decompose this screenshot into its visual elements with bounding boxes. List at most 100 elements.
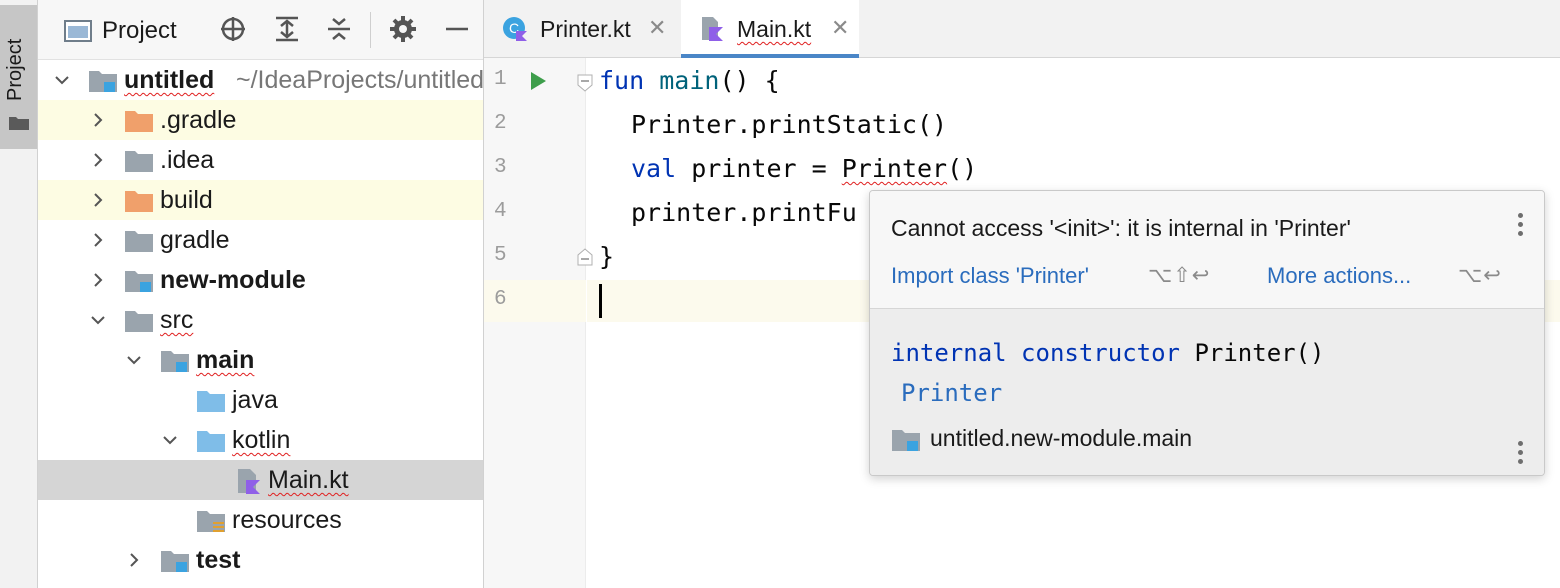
tree-label: Main.kt	[268, 466, 349, 494]
tree-row-idea[interactable]: .idea	[38, 140, 483, 180]
more-actions-link[interactable]: More actions...	[1267, 263, 1411, 289]
tab-main-kt[interactable]: Main.kt ✕	[681, 0, 859, 58]
tab-label: Main.kt	[737, 16, 812, 42]
collapse-all-icon[interactable]	[324, 14, 354, 44]
tree-label: src	[160, 306, 194, 334]
chevron-right-icon[interactable]	[88, 190, 108, 210]
chevron-down-icon[interactable]	[160, 430, 180, 450]
line-number: 1	[494, 68, 507, 91]
class-link[interactable]: Printer	[901, 379, 1002, 407]
header-divider	[370, 12, 371, 48]
tree-label: main	[196, 346, 255, 374]
chevron-right-icon[interactable]	[88, 230, 108, 250]
tree-row-untitled[interactable]: untitled ~/IdeaProjects/untitled	[38, 60, 484, 100]
chevron-right-icon[interactable]	[88, 150, 108, 170]
keyword: fun	[599, 66, 645, 95]
more-actions-shortcut: ⌥↩	[1458, 264, 1502, 287]
module-folder-icon	[89, 71, 117, 92]
gear-icon[interactable]	[388, 14, 418, 44]
tree-row-resources[interactable]: resources	[38, 500, 483, 540]
module-folder-icon	[161, 351, 189, 372]
line-number: 2	[494, 112, 507, 135]
orange-folder-icon	[125, 191, 153, 212]
tool-window-strip: Project	[0, 0, 38, 588]
code-line-2: Printer.printStatic()	[631, 110, 948, 139]
chevron-right-icon[interactable]	[124, 550, 144, 570]
keyword: internal	[891, 339, 1007, 367]
run-icon[interactable]	[528, 70, 548, 92]
source-folder-icon	[197, 431, 225, 452]
tree-label: untitled	[124, 66, 215, 94]
error-highlight[interactable]: Printer	[842, 154, 947, 183]
tree-row-gradle[interactable]: gradle	[38, 220, 483, 260]
tree-row-main-kt[interactable]: Main.kt	[38, 460, 483, 500]
line-number: 5	[494, 244, 507, 267]
project-tab-label: Project	[4, 38, 26, 101]
text-caret	[599, 284, 602, 318]
project-panel-header: Project	[38, 0, 483, 60]
declaration-signature: internal constructor Printer()	[891, 339, 1325, 367]
import-class-link[interactable]: Import class 'Printer'	[891, 263, 1089, 289]
code-line-5: }	[599, 242, 615, 271]
tree-row-main[interactable]: main	[38, 340, 483, 380]
module-folder-icon	[161, 551, 189, 572]
module-name: untitled.new-module.main	[930, 425, 1193, 451]
project-view-icon	[64, 20, 92, 42]
error-message: Cannot access '<init>': it is internal i…	[891, 215, 1351, 241]
tab-label: Printer.kt	[540, 16, 631, 42]
chevron-down-icon[interactable]	[124, 350, 144, 370]
code-text: printer =	[676, 154, 842, 183]
tree-label: test	[196, 546, 241, 574]
declaration-name: Printer()	[1194, 339, 1325, 367]
code-line-1: fun main() {	[599, 66, 780, 95]
project-tool-window-tab[interactable]: Project	[0, 5, 37, 149]
function-name: main	[659, 66, 720, 95]
tree-row-gradle-cache[interactable]: .gradle	[38, 100, 483, 140]
tree-label: gradle	[160, 226, 230, 254]
gray-folder-icon	[125, 311, 153, 332]
tree-label: .idea	[160, 146, 215, 174]
more-options-icon[interactable]	[1516, 441, 1524, 467]
tree-row-src[interactable]: src	[38, 300, 483, 340]
chevron-right-icon[interactable]	[88, 110, 108, 130]
tab-printer-kt[interactable]: C Printer.kt ✕	[484, 0, 680, 58]
popup-documentation-section: internal constructor Printer() Printer u…	[870, 309, 1544, 475]
more-options-icon[interactable]	[1516, 213, 1524, 239]
expand-all-icon[interactable]	[272, 14, 302, 44]
chevron-right-icon[interactable]	[88, 270, 108, 290]
line-number: 4	[494, 200, 507, 223]
locate-icon[interactable]	[218, 14, 248, 44]
tree-row-kotlin[interactable]: kotlin	[38, 420, 483, 460]
chevron-down-icon[interactable]	[88, 310, 108, 330]
close-icon[interactable]: ✕	[648, 17, 668, 39]
popup-error-section: Cannot access '<init>': it is internal i…	[870, 191, 1544, 309]
kotlin-class-icon: C	[503, 17, 527, 41]
tree-row-new-module[interactable]: new-module	[38, 260, 483, 300]
tree-label: kotlin	[232, 426, 291, 454]
orange-folder-icon	[125, 111, 153, 132]
editor-tab-bar: C Printer.kt ✕ Main.kt ✕	[484, 0, 1560, 58]
tree-label: resources	[232, 506, 342, 534]
tree-row-build[interactable]: build	[38, 180, 483, 220]
editor-gutter: 1 2 3 4 5 6	[484, 58, 593, 588]
tree-row-java[interactable]: java	[38, 380, 483, 420]
kotlin-file-icon	[702, 17, 723, 41]
chevron-down-icon[interactable]	[52, 70, 72, 90]
close-icon[interactable]: ✕	[831, 17, 851, 39]
gray-folder-icon	[125, 231, 153, 252]
error-tooltip-popup: Cannot access '<init>': it is internal i…	[869, 190, 1545, 476]
project-panel: Project untitled ~/IdeaProjects/untitled…	[38, 0, 484, 588]
code-text: () {	[719, 66, 780, 95]
minimize-icon[interactable]	[442, 14, 472, 44]
gray-folder-icon	[125, 151, 153, 172]
project-panel-title[interactable]: Project	[102, 17, 177, 45]
module-folder-icon	[892, 430, 920, 451]
tree-row-test[interactable]: test	[38, 540, 483, 580]
source-folder-icon	[197, 391, 225, 412]
module-folder-icon	[125, 271, 153, 292]
project-path: ~/IdeaProjects/untitled	[236, 66, 484, 94]
tree-label: build	[160, 186, 213, 214]
tree-label: .gradle	[160, 106, 237, 134]
import-shortcut: ⌥⇧↩	[1148, 264, 1211, 287]
resources-folder-icon	[197, 511, 225, 532]
